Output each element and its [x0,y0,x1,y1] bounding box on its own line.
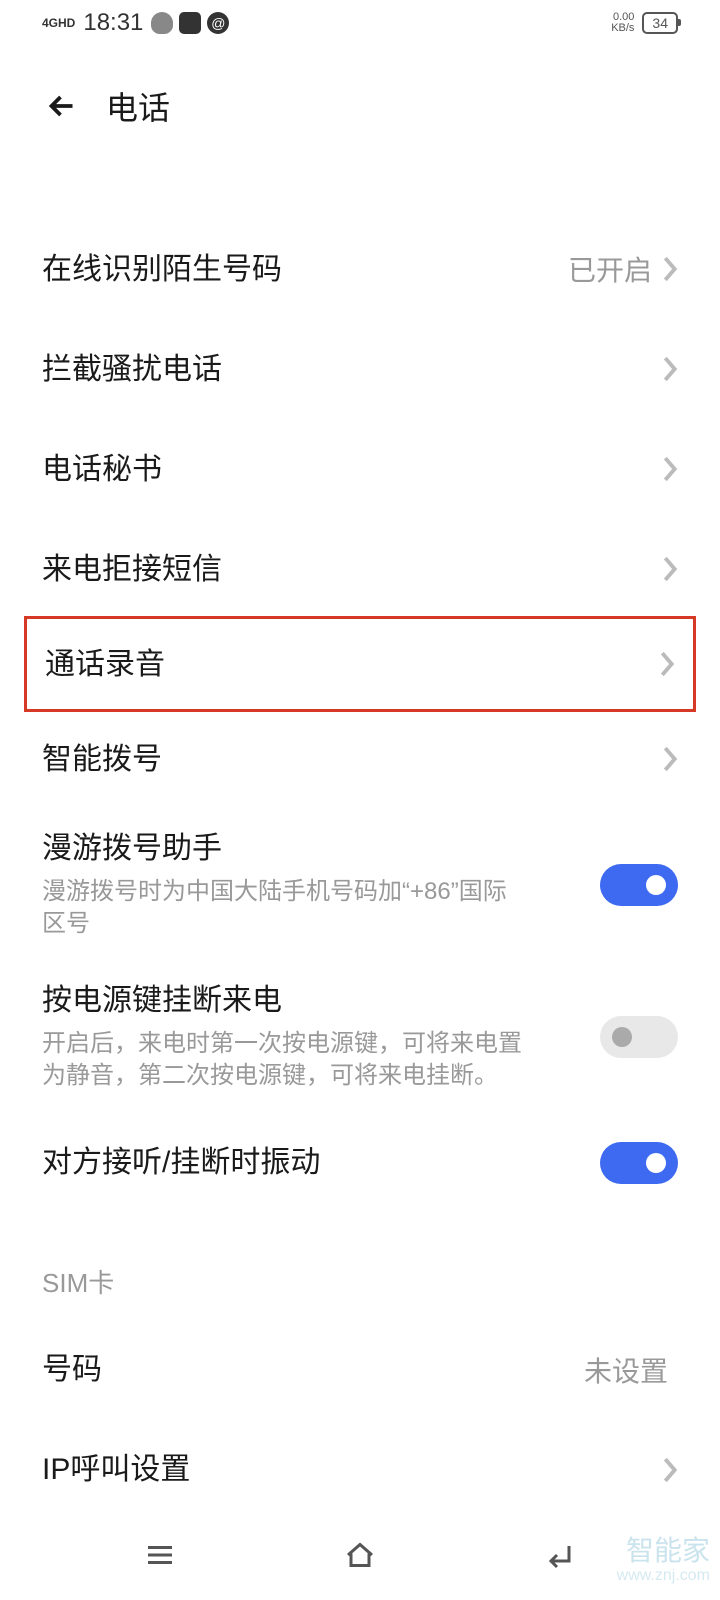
item-title: 在线识别陌生号码 [42,250,568,289]
return-icon [542,1537,578,1573]
item-value: 已开启 [568,249,652,289]
back-nav-button[interactable] [538,1533,582,1577]
settings-item-6[interactable]: 漫游拨号助手漫游拨号时为中国大陆手机号码加“+86”国际区号 [0,809,720,961]
settings-item-8[interactable]: 对方接听/挂断时振动 [0,1113,720,1213]
network-speed: 0.00 KB/s [611,12,634,34]
item-content: 拦截骚扰电话 [42,330,662,409]
item-title: 对方接听/挂断时振动 [42,1143,600,1182]
status-bar: 4GHD 18:31 @ 0.00 KB/s 34 [0,0,720,45]
status-left: 4GHD 18:31 @ [42,9,229,37]
home-button[interactable] [338,1533,382,1577]
settings-item-3[interactable]: 来电拒接短信 [0,519,720,619]
settings-item-4[interactable]: 通话录音 [24,616,696,712]
status-right: 0.00 KB/s 34 [611,12,678,34]
navigation-bar [0,1510,720,1600]
menu-icon [142,1537,178,1573]
item-content: IP呼叫设置 [42,1430,662,1509]
section-header-sim: SIM卡 [0,1213,720,1320]
settings-item-0[interactable]: 在线识别陌生号码已开启 [0,219,720,319]
page-header: 电话 [0,45,720,169]
signal-indicator: 4GHD [42,17,75,29]
toggle-switch[interactable] [600,864,678,906]
sim-item-0[interactable]: 号码未设置 [0,1320,720,1420]
battery-indicator: 34 [642,12,678,34]
back-button[interactable] [42,86,82,126]
item-title: 来电拒接短信 [42,550,662,589]
circle-icon: @ [207,12,229,34]
arrow-left-icon [44,88,80,124]
chevron-right-icon [662,555,678,583]
page-title: 电话 [106,83,170,129]
toggle-switch[interactable] [600,1016,678,1058]
chevron-right-icon [662,745,678,773]
chevron-right-icon [662,255,678,283]
item-title: 按电源键挂断来电 [42,981,600,1020]
settings-item-1[interactable]: 拦截骚扰电话 [0,319,720,419]
item-title: 号码 [42,1350,584,1389]
toggle-switch[interactable] [600,1142,678,1184]
cloud-icon [151,12,173,34]
item-subtitle: 开启后，来电时第一次按电源键，可将来电置为静音，第二次按电源键，可将来电挂断。 [42,1028,600,1093]
settings-list: 在线识别陌生号码已开启拦截骚扰电话电话秘书来电拒接短信通话录音智能拨号漫游拨号助… [0,169,720,1213]
item-content: 通话录音 [45,625,659,704]
item-content: 按电源键挂断来电开启后，来电时第一次按电源键，可将来电置为静音，第二次按电源键，… [42,961,600,1113]
settings-item-2[interactable]: 电话秘书 [0,419,720,519]
item-content: 漫游拨号助手漫游拨号时为中国大陆手机号码加“+86”国际区号 [42,809,600,961]
item-title: 电话秘书 [42,450,662,489]
item-content: 对方接听/挂断时振动 [42,1123,600,1202]
toggle-knob [612,1027,632,1047]
item-content: 在线识别陌生号码 [42,230,568,309]
chevron-right-icon [662,355,678,383]
sim-settings-list: 号码未设置 IP呼叫设置 [0,1320,720,1520]
notification-icon [179,12,201,34]
toggle-knob [646,875,666,895]
settings-item-5[interactable]: 智能拨号 [0,709,720,809]
chevron-right-icon [662,455,678,483]
item-title: IP呼叫设置 [42,1450,662,1489]
item-value: 未设置 [584,1350,668,1390]
recent-apps-button[interactable] [138,1533,182,1577]
toggle-knob [646,1153,666,1173]
item-title: 拦截骚扰电话 [42,350,662,389]
item-title: 漫游拨号助手 [42,829,600,868]
item-title: 通话录音 [45,645,659,684]
item-content: 号码 [42,1330,584,1409]
item-subtitle: 漫游拨号时为中国大陆手机号码加“+86”国际区号 [42,876,600,941]
chevron-right-icon [659,650,675,678]
item-content: 智能拨号 [42,720,662,799]
sim-item-1[interactable]: IP呼叫设置 [0,1420,720,1520]
home-icon [342,1537,378,1573]
item-content: 来电拒接短信 [42,530,662,609]
item-content: 电话秘书 [42,430,662,509]
item-title: 智能拨号 [42,740,662,779]
status-notification-icons: @ [151,12,229,34]
clock: 18:31 [83,9,143,37]
settings-item-7[interactable]: 按电源键挂断来电开启后，来电时第一次按电源键，可将来电置为静音，第二次按电源键，… [0,961,720,1113]
chevron-right-icon [662,1456,678,1484]
